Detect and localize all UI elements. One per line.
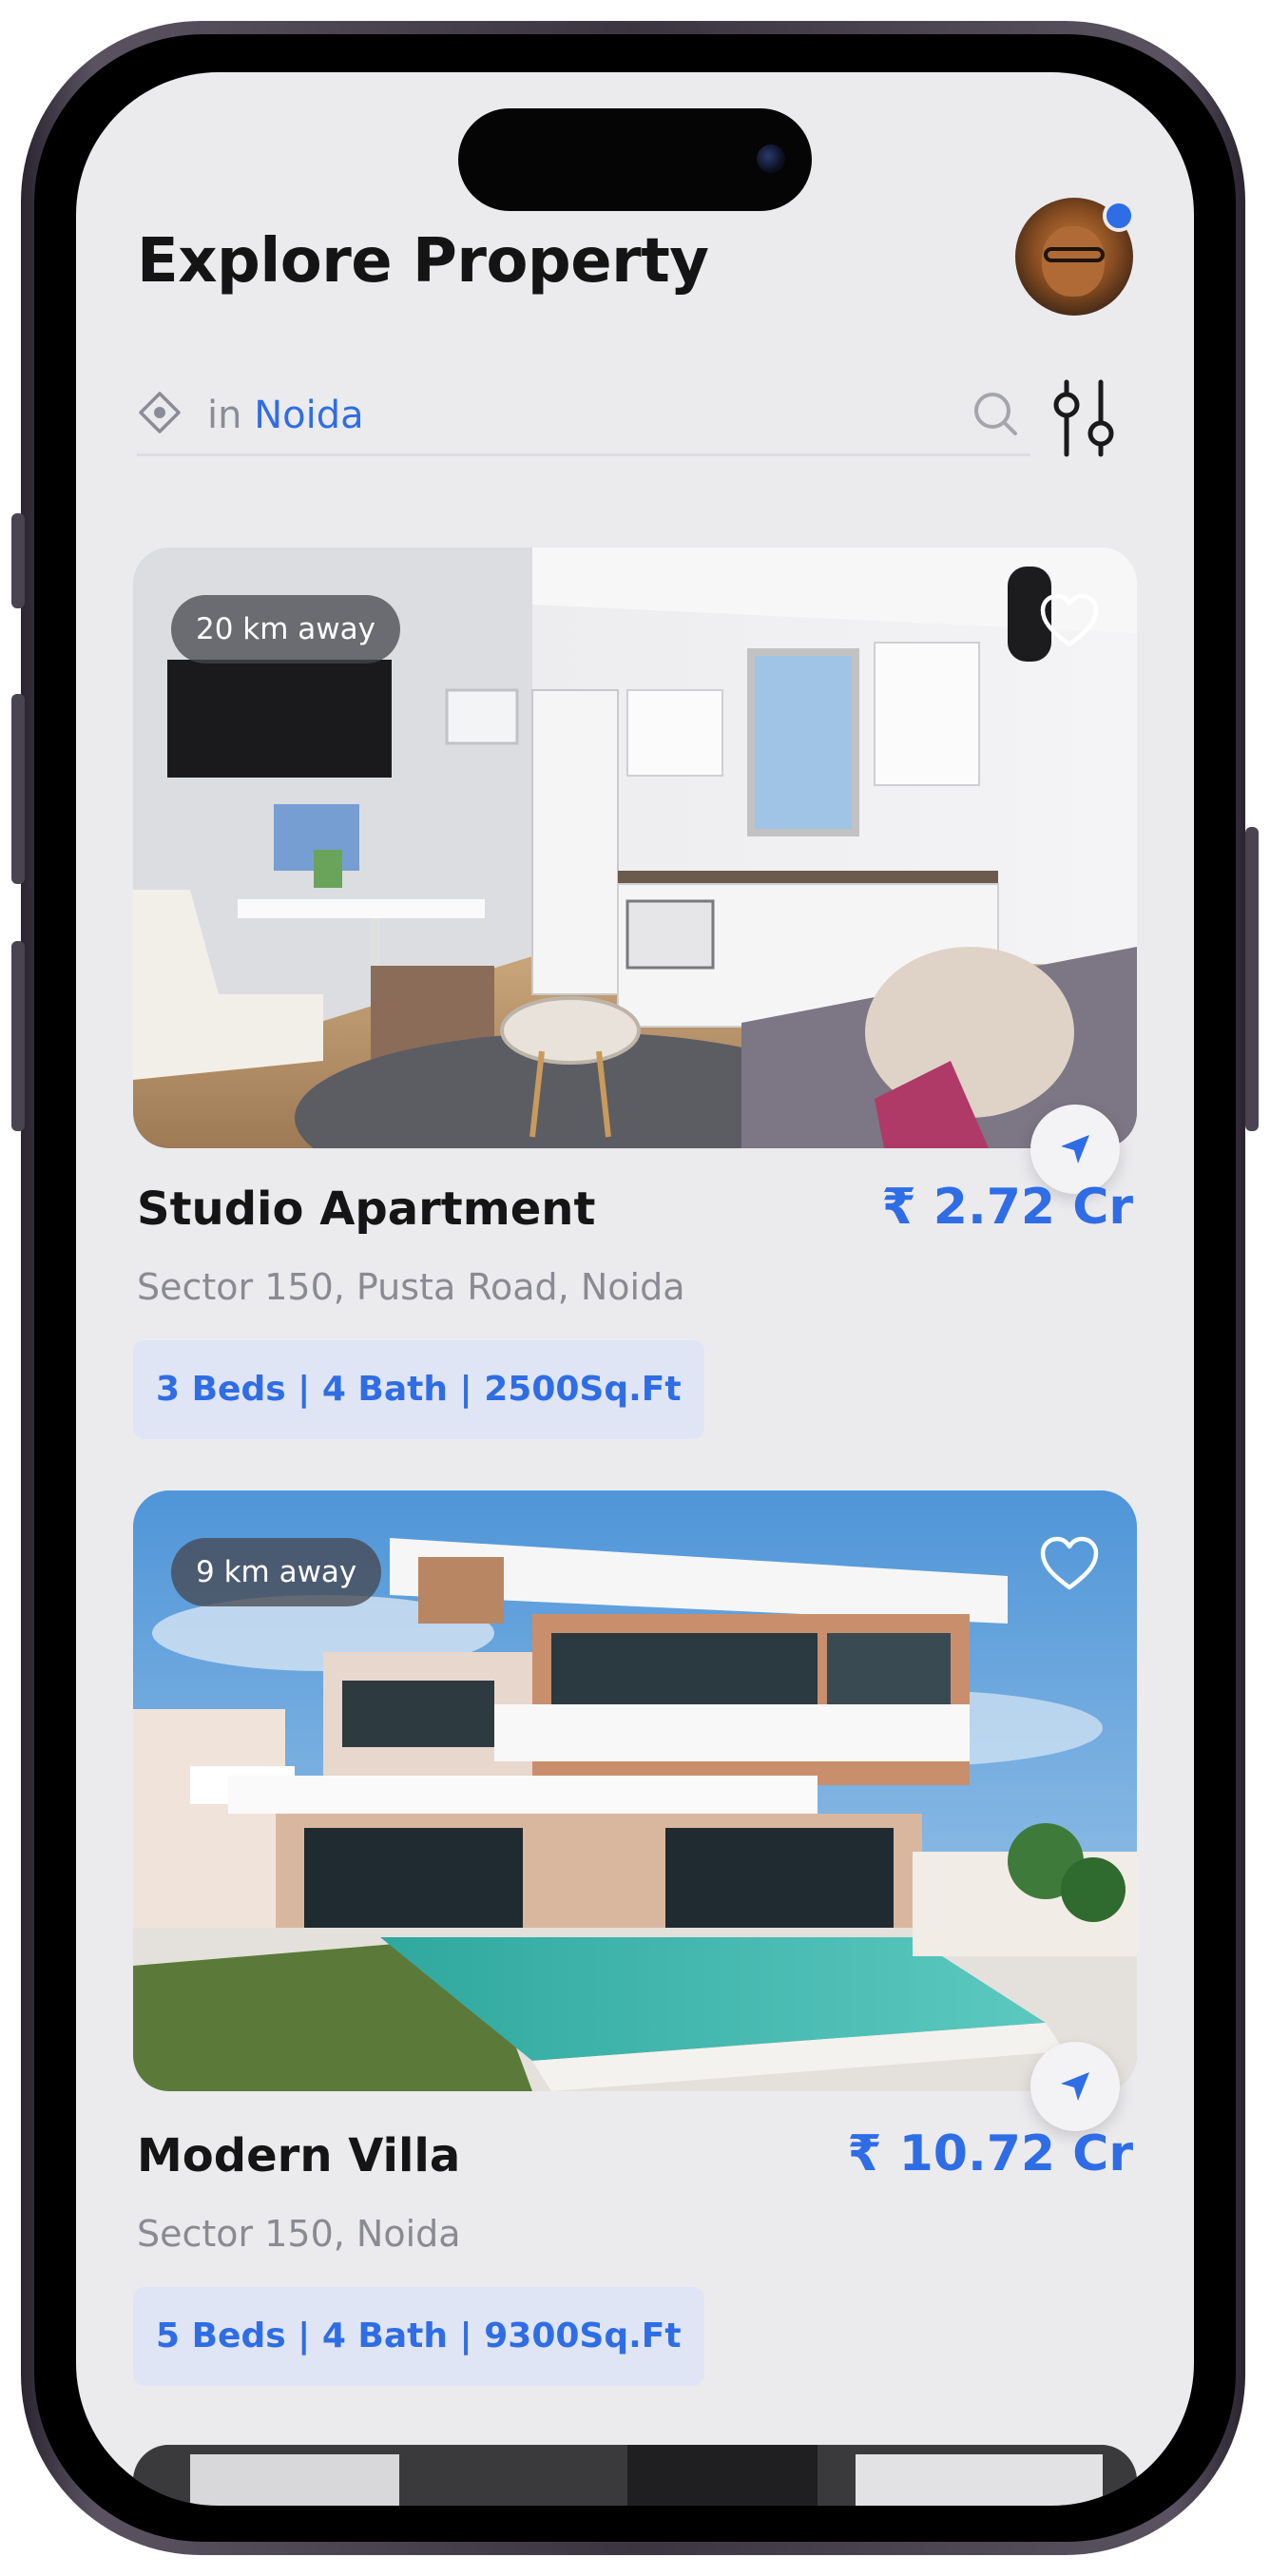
search-icon[interactable] — [970, 388, 1023, 441]
listing-specs: 5 Beds | 4 Bath | 9300Sq.Ft — [133, 2287, 704, 2386]
listing-price: ₹ 2.72 Cr — [881, 1179, 1134, 1236]
listing-address: Sector 150, Noida — [137, 2213, 461, 2255]
filter-sliders-icon[interactable] — [1038, 373, 1129, 464]
dynamic-island — [458, 108, 812, 211]
distance-badge: 9 km away — [171, 1538, 382, 1606]
notification-dot — [1103, 200, 1135, 232]
partial-photo — [133, 2445, 1137, 2506]
location-city[interactable]: Noida — [254, 394, 363, 437]
listing-title[interactable]: Modern Villa — [137, 2129, 460, 2182]
volume-up-button — [11, 694, 25, 884]
avatar-glasses — [1044, 247, 1105, 262]
listing-address: Sector 150, Pusta Road, Noida — [137, 1266, 685, 1308]
navigate-button[interactable] — [1030, 2042, 1120, 2131]
location-label: in Noida — [207, 394, 364, 437]
listing-image-villa[interactable]: 9 km away — [133, 1490, 1137, 2091]
location-search-bar[interactable]: in Noida — [137, 376, 1030, 456]
action-button — [11, 513, 25, 608]
distance-badge: 20 km away — [171, 595, 400, 663]
front-camera — [757, 144, 785, 173]
listing-title[interactable]: Studio Apartment — [137, 1182, 595, 1236]
volume-down-button — [11, 941, 25, 1131]
page-title: Explore Property — [137, 226, 709, 297]
search-underline — [137, 453, 1030, 456]
power-button — [1245, 827, 1259, 1131]
navigation-arrow-icon — [1061, 2072, 1089, 2101]
heart-icon[interactable] — [1038, 1534, 1101, 1593]
location-prefix: in — [207, 394, 242, 437]
location-pin-icon — [139, 392, 181, 433]
listing-image-partial[interactable] — [133, 2445, 1137, 2506]
heart-icon[interactable] — [1038, 591, 1101, 650]
navigation-arrow-icon — [1061, 1135, 1089, 1163]
listing-price: ₹ 10.72 Cr — [847, 2125, 1133, 2182]
listing-specs: 3 Beds | 4 Bath | 2500Sq.Ft — [133, 1340, 704, 1439]
listing-image-studio[interactable]: 20 km away — [133, 548, 1137, 1148]
user-avatar[interactable] — [1015, 198, 1135, 316]
app-screen: Explore Property in Noida 20 km away Stu… — [76, 72, 1194, 2506]
